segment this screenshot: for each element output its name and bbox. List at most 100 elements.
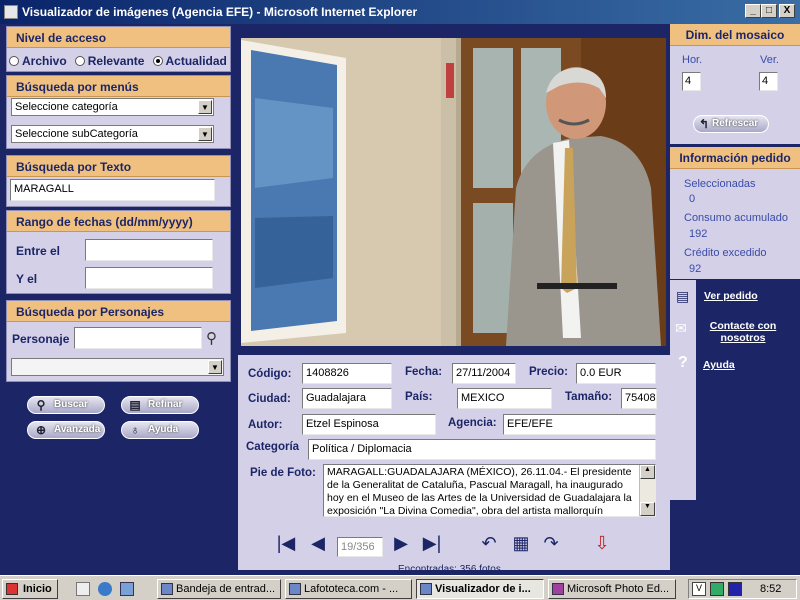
- chevron-down-icon[interactable]: ▼: [208, 360, 222, 374]
- radio-archivo[interactable]: [9, 56, 19, 66]
- news-photo[interactable]: [241, 38, 666, 346]
- ver-label: Ver.: [760, 54, 779, 66]
- right-panel: Dim. del mosaico Hor. Ver. 4 4 ↰ Refresca…: [670, 24, 800, 570]
- contacte-line1: Contacte con: [709, 320, 777, 332]
- mail-app-icon: [161, 583, 173, 595]
- seleccionadas-label: Seleccionadas: [684, 178, 756, 190]
- mosaic-ver-input[interactable]: 4: [759, 72, 778, 91]
- ie-icon: [4, 5, 18, 19]
- ie-app-icon: [420, 583, 432, 595]
- pais-label: País:: [405, 391, 433, 403]
- avanzada-label: Avanzada: [54, 424, 101, 435]
- prev-photo-icon[interactable]: ◀: [308, 532, 328, 554]
- maximize-button[interactable]: □: [761, 4, 777, 18]
- side-strip: [670, 280, 696, 500]
- tamano-field[interactable]: 75408: [621, 388, 657, 409]
- refinar-label: Refinar: [148, 399, 183, 410]
- caption-scrollbar[interactable]: ▲ ▼: [639, 465, 655, 516]
- tray-icon-language[interactable]: V: [692, 582, 706, 596]
- date-from-input[interactable]: [85, 239, 213, 261]
- fecha-field[interactable]: 27/11/2004: [452, 363, 516, 384]
- start-label: Inicio: [23, 583, 52, 595]
- ie-quicklaunch-icon[interactable]: [98, 582, 112, 596]
- buscar-label: Buscar: [54, 399, 88, 410]
- hor-label: Hor.: [682, 54, 703, 66]
- radio-label: Actualidad: [165, 54, 227, 68]
- ayuda-button[interactable]: ♁ Ayuda: [121, 421, 199, 439]
- ver-pedido-link[interactable]: Ver pedido: [704, 290, 758, 302]
- agencia-label: Agencia:: [448, 417, 497, 429]
- personaje-input[interactable]: [74, 327, 202, 349]
- agencia-field[interactable]: EFE/EFE: [503, 414, 656, 435]
- windows-logo-icon: [6, 583, 18, 595]
- mail-icon[interactable]: ✉: [675, 320, 687, 337]
- entre-label: Entre el: [16, 244, 61, 258]
- categoria-label: Categoría: [246, 441, 300, 453]
- mosaic-hor-input[interactable]: 4: [682, 72, 701, 91]
- desktop-icon[interactable]: [76, 582, 90, 596]
- pais-field[interactable]: MEXICO: [457, 388, 552, 409]
- clock: 8:52: [760, 583, 782, 595]
- refresh-button[interactable]: ↰ Refrescar: [693, 115, 769, 133]
- rotate-right-icon[interactable]: ↷: [540, 532, 562, 554]
- tray-icon-network[interactable]: [710, 582, 724, 596]
- text-search-input[interactable]: MARAGALL: [10, 179, 215, 201]
- autor-field[interactable]: Etzel Espinosa: [302, 414, 436, 435]
- taskbar-item-visualizador[interactable]: Visualizador de i...: [416, 579, 544, 599]
- close-button[interactable]: X: [779, 4, 795, 18]
- taskbar-item-photo-editor[interactable]: Microsoft Photo Ed...: [548, 579, 676, 599]
- left-panel: Nivel de acceso Archivo Relevante Actual…: [0, 24, 234, 570]
- pie-field[interactable]: MARAGALL:GUADALAJARA (MÉXICO), 26.11.04.…: [323, 464, 656, 517]
- last-photo-icon[interactable]: ▶|: [418, 532, 446, 554]
- taskbar-item-bandeja[interactable]: Bandeja de entrad...: [157, 579, 281, 599]
- chevron-down-icon[interactable]: ▼: [198, 127, 212, 141]
- section-header: Información pedido: [670, 147, 800, 169]
- title-bar: Visualizador de imágenes (Agencia EFE) -…: [0, 0, 800, 24]
- date-to-input[interactable]: [85, 267, 213, 289]
- radio-actualidad[interactable]: [152, 56, 163, 66]
- outlook-quicklaunch-icon[interactable]: [120, 582, 134, 596]
- start-button[interactable]: Inicio: [2, 579, 58, 599]
- refresh-label: Refrescar: [712, 118, 759, 129]
- grid-icon[interactable]: ▦: [510, 532, 532, 554]
- ayuda-link[interactable]: Ayuda: [703, 359, 735, 371]
- rotate-left-icon[interactable]: ↶: [478, 532, 500, 554]
- subcategory-select[interactable]: Seleccione subCategoría ▼: [11, 125, 214, 143]
- codigo-field[interactable]: 1408826: [302, 363, 392, 384]
- tamano-label: Tamaño:: [565, 391, 613, 403]
- search-icon[interactable]: ⚲: [206, 329, 217, 347]
- first-photo-icon[interactable]: |◀: [272, 532, 300, 554]
- minimize-button[interactable]: _: [745, 4, 761, 18]
- download-icon[interactable]: ⇩: [590, 532, 614, 554]
- busqueda-menus-section: Búsqueda por menús Seleccione categoría ▼…: [6, 75, 231, 149]
- precio-field[interactable]: 0.0 EUR: [576, 363, 656, 384]
- scroll-up-icon[interactable]: ▲: [640, 465, 655, 479]
- photo-navigation: |◀ ◀ 19/356 ▶ ▶| ↶ ▦ ↷ ⇩ Encontradas: 35…: [238, 520, 670, 575]
- taskbar-item-label: Visualizador de i...: [435, 583, 531, 595]
- credito-value: 92: [689, 263, 702, 275]
- refresh-icon: ↰: [698, 117, 710, 131]
- taskbar-item-label: Bandeja de entrad...: [176, 583, 276, 595]
- taskbar-item-lafototeca[interactable]: Lafototeca.com - ...: [285, 579, 412, 599]
- personaje-select[interactable]: ▼: [11, 358, 224, 376]
- categoria-field[interactable]: Política / Diplomacia: [308, 439, 656, 460]
- section-header: Búsqueda por Personajes: [7, 301, 230, 322]
- autor-label: Autor:: [248, 419, 283, 431]
- photo-counter[interactable]: 19/356: [337, 537, 383, 557]
- ciudad-field[interactable]: Guadalajara: [302, 388, 392, 409]
- next-photo-icon[interactable]: ▶: [391, 532, 411, 554]
- category-select[interactable]: Seleccione categoría ▼: [11, 98, 214, 116]
- chevron-down-icon[interactable]: ▼: [198, 100, 212, 114]
- refinar-button[interactable]: ▤ Refinar: [121, 396, 199, 414]
- magnifier-icon: ⚲: [36, 398, 46, 412]
- buscar-button[interactable]: ⚲ Buscar: [27, 396, 105, 414]
- order-icon[interactable]: ▤: [676, 288, 689, 305]
- tray-icon-antivirus[interactable]: [728, 582, 742, 596]
- contacte-link[interactable]: Contacte con nosotros: [703, 320, 783, 344]
- avanzada-button[interactable]: ⊕ Avanzada: [27, 421, 105, 439]
- help-icon[interactable]: ?: [678, 354, 688, 372]
- radio-relevante[interactable]: [74, 56, 85, 66]
- fecha-label: Fecha:: [405, 366, 443, 378]
- scroll-down-icon[interactable]: ▼: [640, 502, 655, 516]
- busqueda-personajes-section: Búsqueda por Personajes Personaje ⚲ ▼: [6, 300, 231, 382]
